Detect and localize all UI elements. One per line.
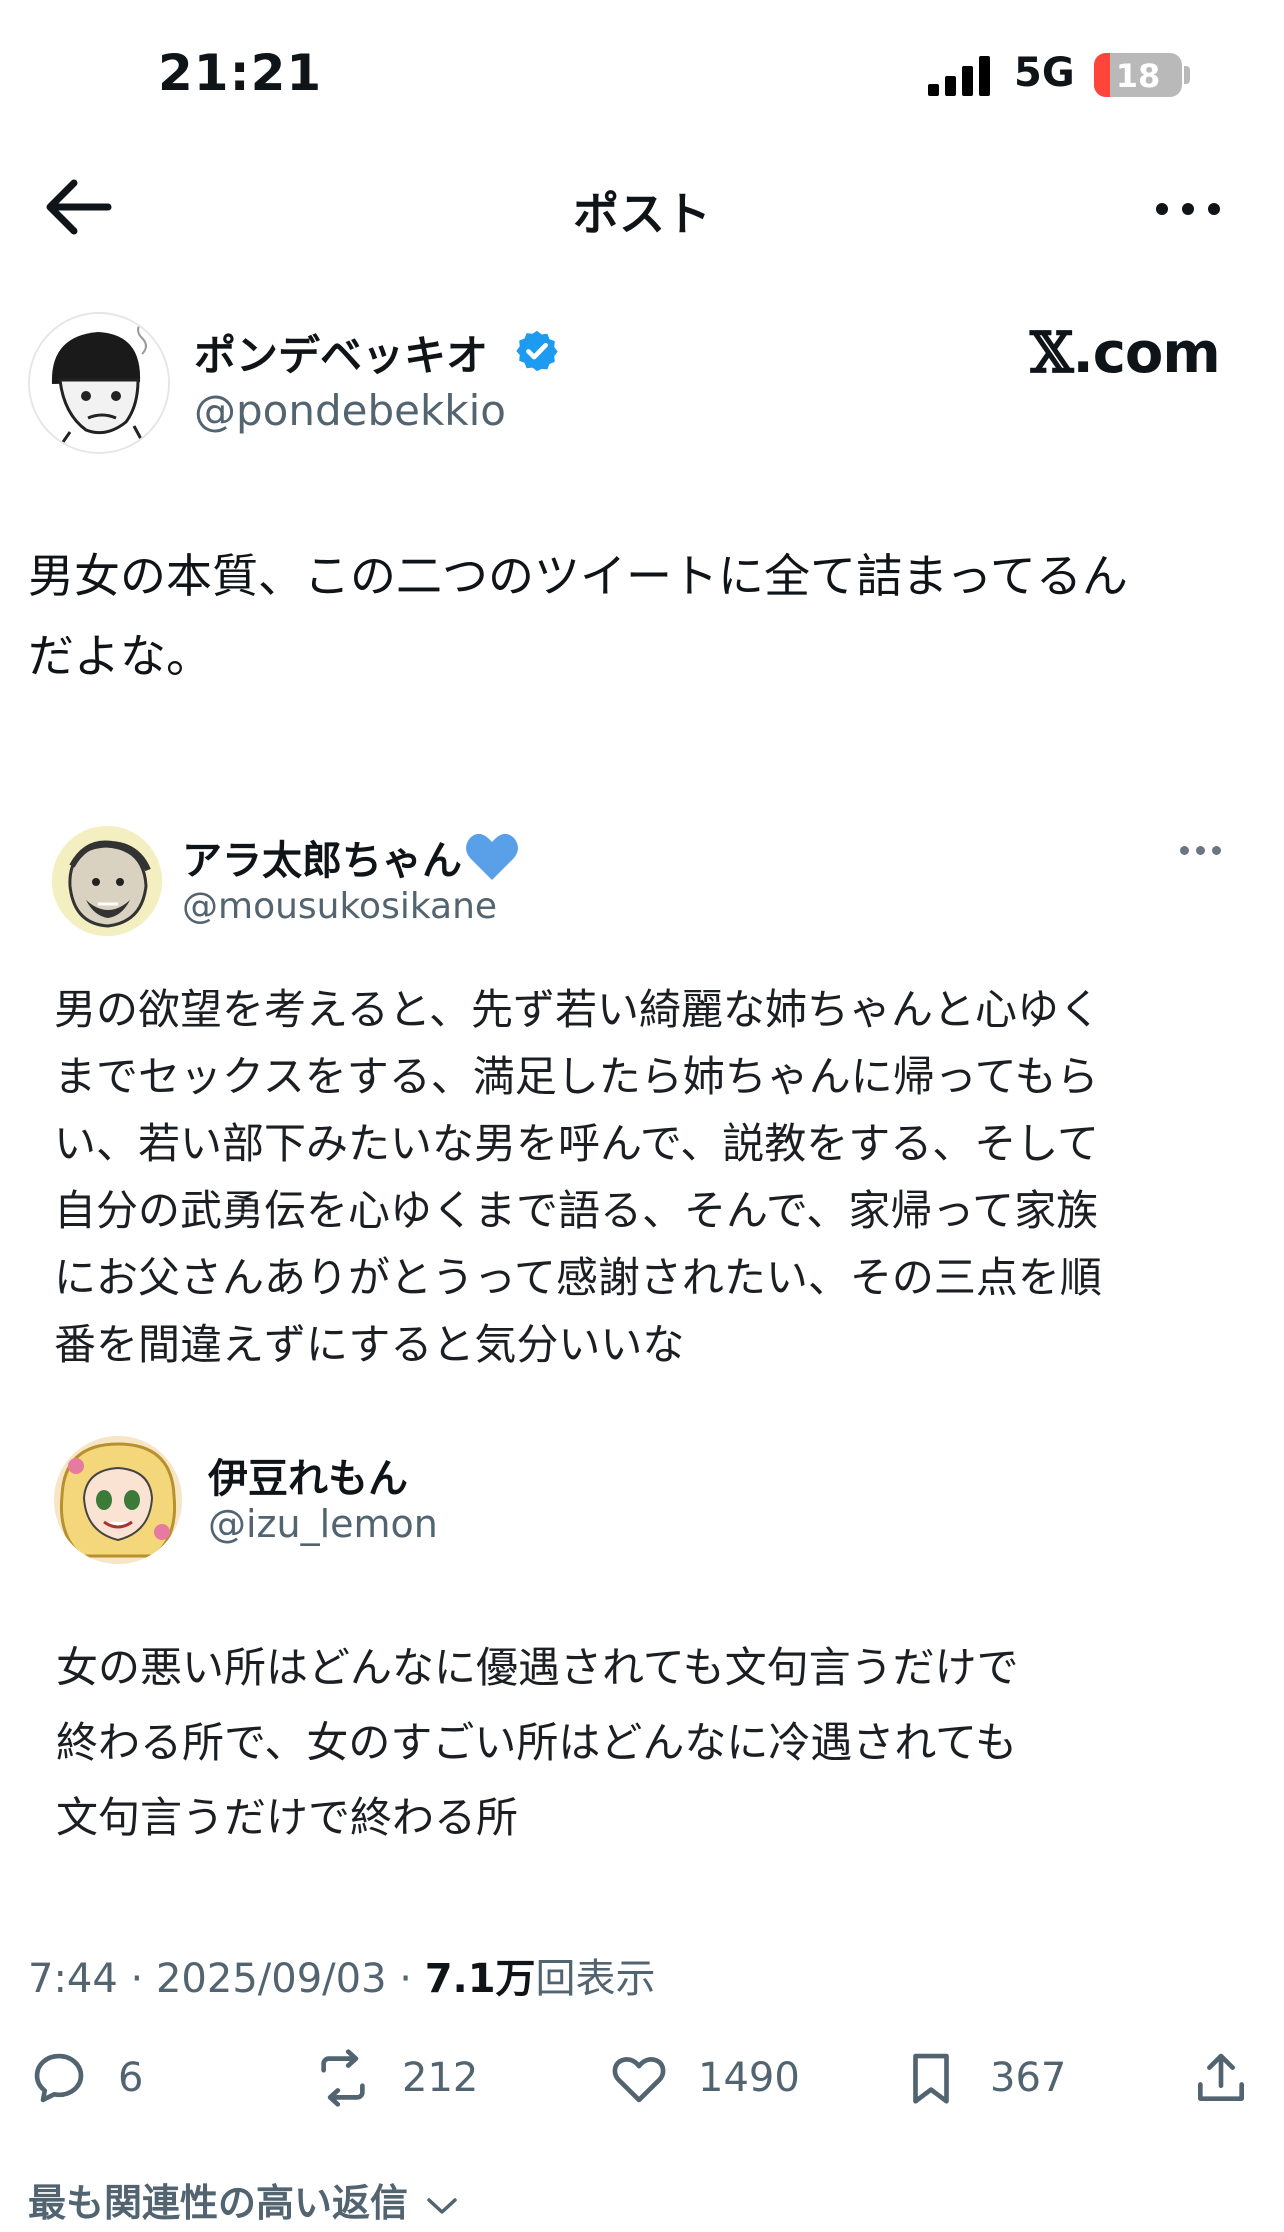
retweet-count: 212	[402, 2055, 479, 2101]
quote2-avatar	[54, 1436, 182, 1564]
author-handle[interactable]: @pondebekkio	[194, 386, 506, 435]
x-logo: 𝕏	[1030, 320, 1073, 386]
tweet-date: 2025/09/03	[155, 1956, 387, 2002]
author-name[interactable]: ポンデベッキオ	[194, 322, 488, 383]
tweet-text: 男女の本質、この二つのツイートに全て詰まってるん だよな。	[28, 536, 1258, 696]
bookmark-icon	[913, 2053, 949, 2104]
status-time: 21:21	[158, 44, 323, 102]
quote1-avatar	[52, 826, 162, 936]
quote2-line: 女の悪い所はどんなに優遇されても文句言うだけで	[56, 1643, 1019, 1692]
like-button[interactable]: 1490	[608, 2040, 800, 2116]
battery-icon: 18	[1094, 53, 1182, 97]
retweet-icon	[321, 2049, 365, 2107]
reply-icon	[34, 2053, 84, 2103]
quote2-avatar-illustration	[54, 1436, 182, 1564]
reply-button[interactable]: 6	[28, 2040, 143, 2116]
network-label: 5G	[1014, 50, 1075, 96]
battery-nub	[1184, 66, 1190, 84]
author-avatar[interactable]	[28, 312, 170, 454]
bookmark-count: 367	[990, 2055, 1067, 2101]
tweet-text-line: 男女の本質、この二つのツイートに全て詰まってるん	[28, 549, 1128, 603]
quote1-line: にお父さんありがとうって感謝されたい、その三点を順	[54, 1253, 1102, 1302]
tweet-meta: 7:44 · 2025/09/03 · 7.1万回表示	[28, 1946, 656, 2004]
share-icon	[1198, 2053, 1244, 2101]
quote2-line: 文句言うだけで終わる所	[56, 1793, 519, 1842]
views-label: 回表示	[535, 1956, 656, 2002]
quote1-line: 男の欲望を考えると、先ず若い綺麗な姉ちゃんと心ゆく	[54, 985, 1102, 1034]
quote1-line: 番を間違えずにすると気分いいな	[54, 1320, 685, 1369]
tweet-text-line: だよな。	[28, 629, 212, 683]
heart-icon	[612, 2057, 666, 2103]
quote2-handle: @izu_lemon	[208, 1502, 438, 1546]
reply-count: 6	[118, 2055, 144, 2101]
verified-badge-icon	[516, 330, 558, 372]
like-count: 1490	[698, 2055, 800, 2101]
retweet-button[interactable]: 212	[312, 2040, 478, 2116]
more-options-icon[interactable]	[1148, 184, 1228, 234]
quote1-more-icon	[1176, 836, 1226, 866]
quote1-avatar-illustration	[52, 826, 162, 936]
watermark-suffix: .com	[1072, 321, 1220, 386]
chevron-down-icon	[427, 2197, 457, 2214]
bookmark-button[interactable]: 367	[900, 2040, 1066, 2116]
meta-separator: ·	[117, 1956, 156, 2002]
quote2-line: 終わる所で、女のすごい所はどんなに冷遇されても	[56, 1718, 1017, 1767]
share-button[interactable]	[1190, 2040, 1252, 2116]
quote1-line: 自分の武勇伝を心ゆくまで語る、そんで、家帰って家族	[54, 1186, 1099, 1235]
quote1-line: までセックスをする、満足したら姉ちゃんに帰ってもら	[54, 1052, 1099, 1101]
meta-separator: ·	[386, 1956, 425, 2002]
tweet-time: 7:44	[28, 1956, 118, 2002]
blue-heart-icon	[466, 833, 518, 880]
avatar-illustration	[30, 314, 168, 452]
quote2-body: 女の悪い所はどんなに優遇されても文句言うだけで 終わる所で、女のすごい所はどんな…	[56, 1630, 1236, 1855]
quote2-name: 伊豆れもん	[208, 1456, 408, 1502]
reply-sort-dropdown[interactable]: 最も関連性の高い返信	[28, 2172, 459, 2227]
page-title: ポスト	[573, 187, 711, 241]
quote1-name: アラ太郎ちゃん	[182, 838, 462, 884]
reply-sort-label: 最も関連性の高い返信	[28, 2181, 409, 2225]
signal-icon	[928, 56, 990, 96]
view-count: 7.1万	[424, 1956, 536, 2002]
quote1-line: い、若い部下みたいな男を呼んで、説教をする、そして	[54, 1119, 1099, 1168]
quote1-handle: @mousukosikane	[182, 886, 498, 927]
quote1-body: 男の欲望を考えると、先ず若い綺麗な姉ちゃんと心ゆく までセックスをする、満足した…	[54, 976, 1234, 1378]
battery-level: 18	[1115, 57, 1161, 95]
xcom-watermark: 𝕏.com	[1030, 320, 1221, 386]
